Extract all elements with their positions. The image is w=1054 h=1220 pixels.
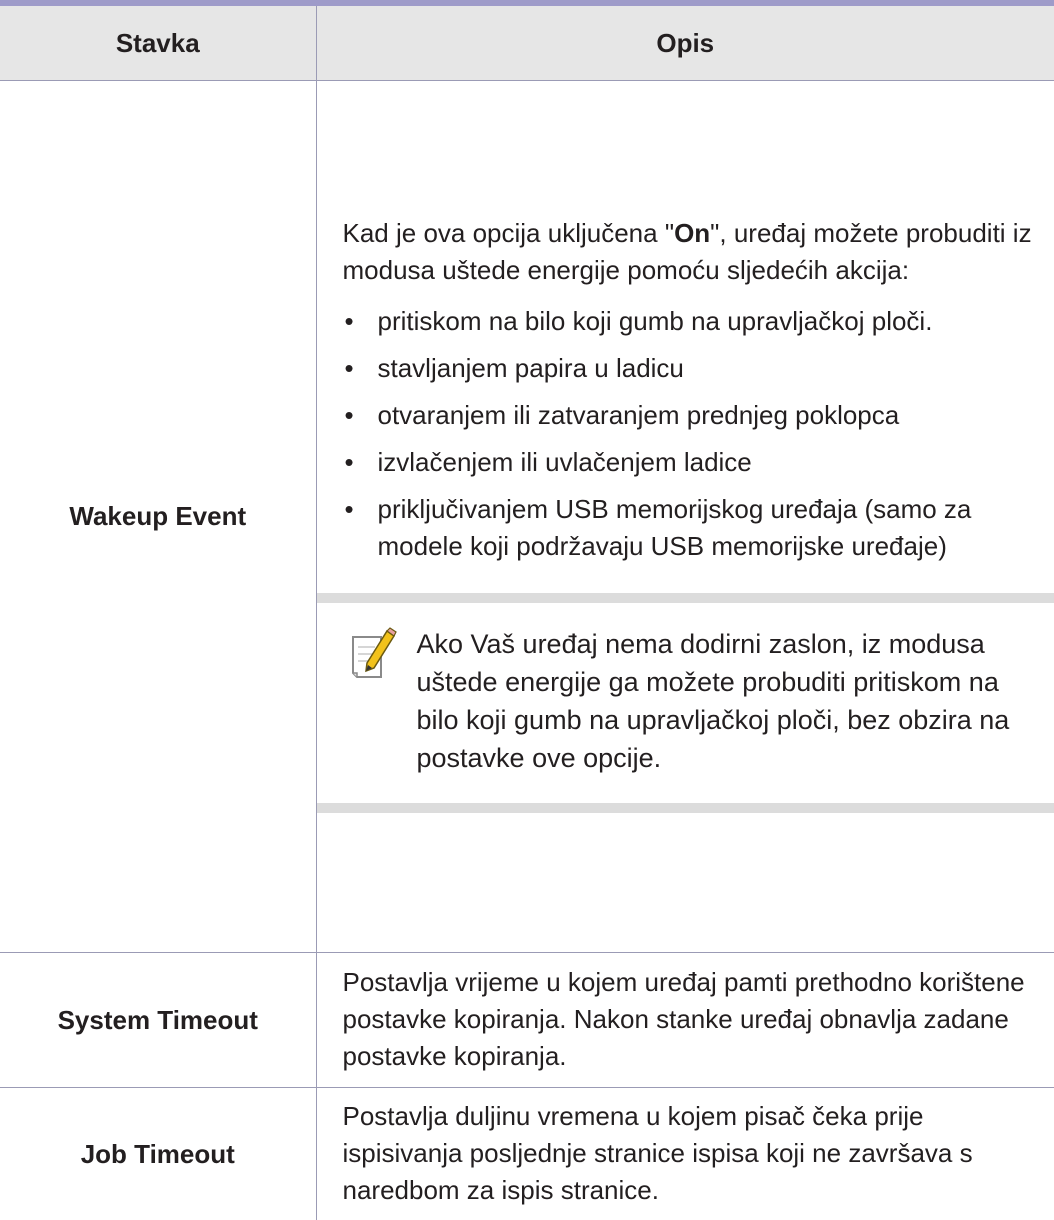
wakeup-actions-list: • pritiskom na bilo koji gumb na upravlja… <box>343 303 1043 565</box>
table-header-row: Stavka Opis <box>0 6 1054 81</box>
table-row: Wakeup Event Kad je ova opcija uključena… <box>0 81 1054 953</box>
bullet-icon: • <box>345 350 354 387</box>
note-box: Ako Vaš uređaj nema dodirni zaslon, iz m… <box>317 593 1054 813</box>
item-name: Job Timeout <box>0 1088 316 1220</box>
list-item-text: stavljanjem papira u ladicu <box>378 353 684 383</box>
list-item: • pritiskom na bilo koji gumb na upravlja… <box>343 303 1043 340</box>
description-text: Postavlja duljinu vremena u kojem pisač … <box>317 1090 1054 1219</box>
item-name: System Timeout <box>0 953 316 1088</box>
list-item: • priključivanjem USB memorijskog uređaja… <box>343 491 1043 565</box>
settings-table: Stavka Opis Wakeup Event Kad je ova opci… <box>0 6 1054 1220</box>
item-description: Postavlja duljinu vremena u kojem pisač … <box>316 1088 1054 1220</box>
list-item: • izvlačenjem ili uvlačenjem ladice <box>343 444 1043 481</box>
list-item-text: izvlačenjem ili uvlačenjem ladice <box>378 447 752 477</box>
table-row: Job Timeout Postavlja duljinu vremena u … <box>0 1088 1054 1220</box>
header-description: Opis <box>316 6 1054 81</box>
bullet-icon: • <box>345 397 354 434</box>
list-item-text: priključivanjem USB memorijskog uređaja … <box>378 494 972 561</box>
table-row: System Timeout Postavlja vrijeme u kojem… <box>0 953 1054 1088</box>
list-item-text: pritiskom na bilo koji gumb na upravljač… <box>378 306 933 336</box>
bullet-icon: • <box>345 303 354 340</box>
note-pencil-icon <box>347 627 399 683</box>
item-description: Kad je ova opcija uključena "On", uređaj… <box>316 81 1054 953</box>
intro-text: Kad je ova opcija uključena " <box>343 218 675 248</box>
item-description: Postavlja vrijeme u kojem uređaj pamti p… <box>316 953 1054 1088</box>
description-intro: Kad je ova opcija uključena "On", uređaj… <box>343 215 1043 289</box>
list-item: • otvaranjem ili zatvaranjem prednjeg pok… <box>343 397 1043 434</box>
note-text: Ako Vaš uređaj nema dodirni zaslon, iz m… <box>417 625 1041 777</box>
list-item-text: otvaranjem ili zatvaranjem prednjeg pokl… <box>378 400 900 430</box>
bullet-icon: • <box>345 444 354 481</box>
header-item: Stavka <box>0 6 316 81</box>
intro-bold-value: On <box>674 218 710 248</box>
list-item: • stavljanjem papira u ladicu <box>343 350 1043 387</box>
item-name: Wakeup Event <box>0 81 316 953</box>
page: Stavka Opis Wakeup Event Kad je ova opci… <box>0 0 1054 1144</box>
bullet-icon: • <box>345 491 354 528</box>
description-text: Postavlja vrijeme u kojem uređaj pamti p… <box>317 956 1054 1085</box>
